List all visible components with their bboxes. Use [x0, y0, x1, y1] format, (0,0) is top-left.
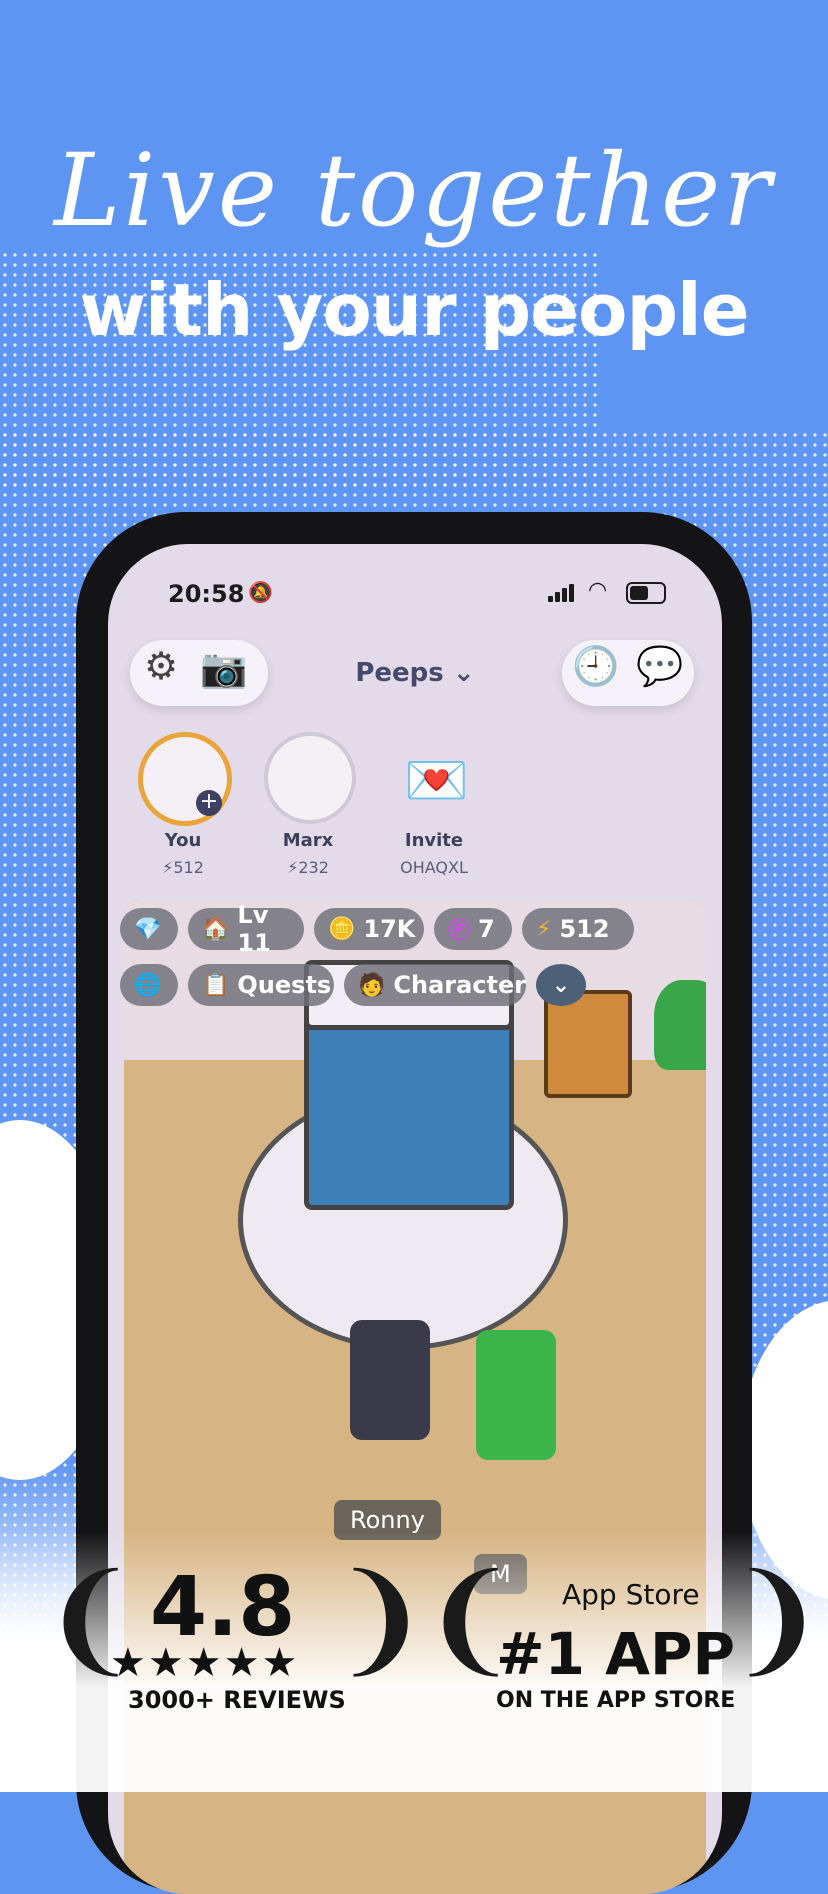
- invite-code: OHAQXL: [400, 858, 468, 877]
- quests-label: Quests: [237, 971, 332, 999]
- score-value: 512: [173, 858, 204, 877]
- coins-chip[interactable]: 🪙 17K: [314, 908, 424, 950]
- person-score: ⚡512: [162, 858, 204, 877]
- person-name: You: [164, 830, 202, 851]
- person-score: ⚡232: [287, 858, 329, 877]
- points-value: 7: [478, 915, 495, 943]
- rank-title: #1 APP: [496, 1620, 736, 1688]
- coin-icon: 🪙: [328, 916, 356, 942]
- battery-icon: [626, 582, 666, 604]
- chevron-down-icon: ⌄: [452, 658, 475, 688]
- character-ronny[interactable]: [350, 1320, 430, 1440]
- lightning-icon: ⚡: [536, 916, 552, 942]
- dresser: [544, 990, 632, 1098]
- headline-line1: Live together: [53, 132, 774, 249]
- score-value: 232: [298, 858, 329, 877]
- avatar-marx[interactable]: [264, 732, 356, 824]
- rank-subtitle: ON THE APP STORE: [496, 1688, 736, 1713]
- history-icon[interactable]: 🕘: [572, 644, 619, 689]
- headline-line2: with your people: [79, 268, 749, 352]
- expand-button[interactable]: ⌄: [536, 964, 586, 1006]
- person-name: Marx: [282, 830, 334, 851]
- character-label: Character: [393, 971, 527, 999]
- energy-value: 512: [559, 915, 610, 943]
- laurel-right-icon: ❩: [726, 1550, 827, 1689]
- level-value: Lv 11: [237, 901, 271, 957]
- character-marx[interactable]: [476, 1330, 556, 1460]
- globe-icon: 🌐: [134, 972, 162, 998]
- level-chip[interactable]: 🏠 Lv 11: [188, 901, 304, 957]
- house-icon: 🏠: [202, 916, 230, 942]
- globe-button[interactable]: 🌐: [120, 964, 178, 1006]
- chat-icon[interactable]: 💬: [636, 644, 683, 689]
- points-chip[interactable]: Ⓟ 7: [434, 908, 512, 950]
- gem-icon: 💎: [134, 916, 162, 942]
- silent-bell-icon: 🔕: [248, 580, 273, 604]
- coins-value: 17K: [363, 915, 416, 943]
- character-button[interactable]: 🧑 Character: [344, 964, 526, 1006]
- add-icon[interactable]: +: [196, 790, 222, 816]
- reviews-count: 3000+ REVIEWS: [128, 1686, 346, 1714]
- envelope-icon[interactable]: 💌: [404, 750, 469, 811]
- rating-stars: ★★★★★: [110, 1640, 300, 1686]
- status-time: 20:58: [168, 580, 245, 608]
- invite-label[interactable]: Invite: [364, 830, 504, 851]
- clipboard-icon: 📋: [202, 972, 230, 998]
- energy-chip[interactable]: ⚡ 512: [522, 908, 634, 950]
- plant: [654, 980, 706, 1070]
- character-icon: 🧑: [358, 972, 386, 998]
- laurel-right-icon: ❩: [330, 1550, 431, 1689]
- wifi-icon: ◠: [588, 578, 608, 603]
- chevron-down-icon: ⌄: [551, 972, 571, 998]
- app-store-label: App Store: [562, 1578, 700, 1611]
- group-title: Peeps: [355, 658, 444, 688]
- gem-button[interactable]: 💎: [120, 908, 178, 950]
- signal-icon: [548, 582, 576, 602]
- points-icon: Ⓟ: [448, 919, 471, 944]
- quests-button[interactable]: 📋 Quests: [188, 964, 334, 1006]
